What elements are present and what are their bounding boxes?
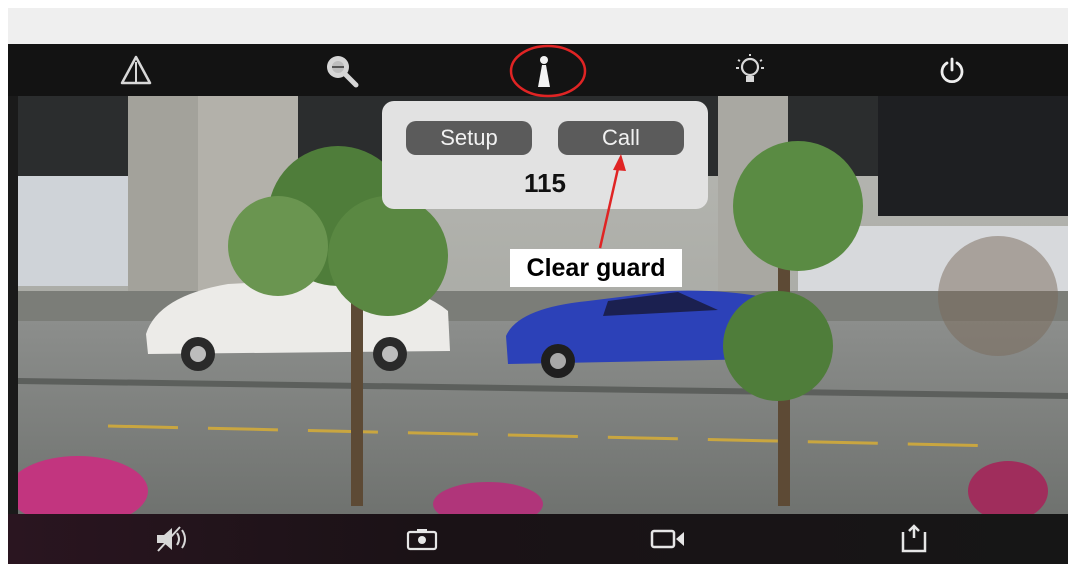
setup-button[interactable]: Setup xyxy=(406,121,532,155)
device-frame-top xyxy=(8,8,1068,44)
guard-popup: Setup Call 115 xyxy=(382,101,708,209)
snapshot-icon[interactable] xyxy=(402,524,442,554)
guard-icon[interactable] xyxy=(528,54,560,90)
power-icon[interactable] xyxy=(935,53,969,87)
warning-icon[interactable] xyxy=(118,52,154,88)
exit-icon[interactable] xyxy=(896,522,932,556)
search-zoom-icon[interactable] xyxy=(321,50,361,90)
mute-speaker-icon[interactable] xyxy=(152,522,194,556)
light-bulb-icon[interactable] xyxy=(730,50,770,90)
annotation-label: Clear guard xyxy=(510,249,682,287)
call-button[interactable]: Call xyxy=(558,121,684,155)
top-toolbar xyxy=(8,44,1068,96)
guard-number: 115 xyxy=(524,168,566,198)
bottom-toolbar xyxy=(8,514,1068,564)
record-video-icon[interactable] xyxy=(646,524,690,554)
